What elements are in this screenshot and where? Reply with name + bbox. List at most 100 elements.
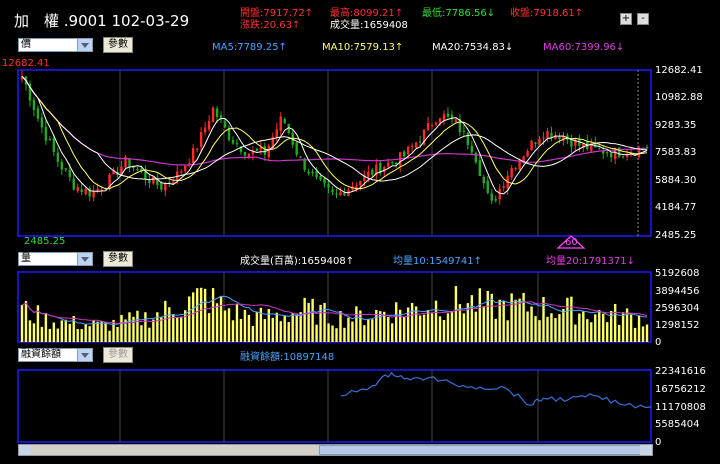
candle-body — [84, 188, 87, 195]
candle-body — [534, 142, 537, 144]
volume-bar — [450, 310, 454, 342]
margin-panel-frame — [17, 369, 652, 443]
volume-bar — [574, 324, 577, 342]
volume-bar — [247, 314, 251, 342]
volume-bar — [534, 316, 537, 342]
volume-bar — [100, 321, 103, 342]
volume-bar — [414, 306, 418, 342]
volume-bar — [434, 300, 438, 342]
volume-bar — [299, 312, 302, 342]
candle-body — [327, 183, 330, 188]
candle-body — [187, 163, 191, 165]
volume-bar — [422, 314, 426, 342]
candle-body — [32, 99, 36, 110]
volume-bar — [191, 292, 195, 342]
volume-bar — [578, 313, 581, 342]
volume-bar — [359, 310, 362, 342]
margin-balance-line — [340, 371, 652, 409]
candle-body — [259, 147, 263, 150]
volume-bar — [72, 315, 75, 342]
candle-body — [255, 148, 259, 152]
scroll-right-arrow[interactable] — [640, 445, 652, 455]
volume-bar — [104, 322, 107, 342]
volume-bar — [617, 324, 621, 342]
candle-body — [446, 113, 450, 117]
candle-body — [430, 125, 434, 127]
candle-body — [191, 148, 195, 164]
volume-bar — [24, 300, 28, 342]
volume-bar — [426, 310, 430, 342]
candle-body — [76, 187, 79, 192]
volume-bar — [315, 324, 318, 342]
candle-body — [263, 146, 267, 155]
volume-bar — [438, 316, 442, 342]
volume-bar — [526, 311, 529, 342]
volume-bar — [446, 313, 450, 342]
volume-bar — [538, 320, 541, 342]
candle-body — [44, 126, 48, 141]
volume-bar — [594, 314, 597, 342]
volume-bar — [327, 323, 330, 342]
volume-bar — [28, 320, 32, 342]
candle-body — [526, 151, 529, 157]
volume-bar — [474, 311, 478, 342]
candle-body — [307, 171, 310, 174]
volume-bar — [418, 315, 422, 342]
candle-body — [546, 131, 549, 138]
volume-bar — [347, 317, 350, 342]
candle-body — [510, 168, 513, 178]
volume-bar — [363, 325, 366, 342]
scroll-left-arrow[interactable] — [19, 445, 31, 455]
volume-bar — [203, 288, 207, 342]
volume-bar — [172, 314, 175, 342]
candle-body — [148, 179, 151, 184]
candle-body — [402, 151, 406, 157]
volume-bar — [235, 303, 239, 342]
candle-body — [231, 139, 235, 144]
volume-bar — [518, 298, 521, 342]
volume-bar — [383, 311, 386, 342]
volume-bar — [80, 329, 83, 342]
candle-body — [243, 151, 247, 156]
volume-bar — [387, 317, 390, 342]
volume-bar — [379, 311, 382, 342]
volume-bar — [391, 323, 394, 342]
candle-body — [538, 139, 541, 145]
volume-bar — [168, 307, 171, 342]
volume-avg20-line — [21, 301, 648, 325]
volume-bar — [402, 316, 406, 342]
volume-bar — [343, 327, 346, 342]
candle-body — [36, 108, 40, 119]
candle-body — [195, 148, 199, 151]
volume-bar — [164, 300, 167, 342]
volume-bar — [470, 295, 474, 342]
scrollbar-thumb[interactable] — [319, 445, 649, 455]
volume-bar — [633, 327, 637, 342]
volume-bar — [239, 319, 243, 342]
candle-body — [645, 146, 649, 148]
volume-bar — [275, 312, 278, 342]
volume-bar — [331, 325, 334, 342]
volume-bar — [395, 302, 398, 342]
volume-bar — [629, 314, 633, 342]
volume-bar — [303, 297, 306, 342]
candle-body — [275, 129, 278, 138]
horizontal-scrollbar[interactable] — [18, 444, 653, 456]
candle-body — [48, 139, 52, 141]
volume-bar — [56, 328, 60, 342]
candle-body — [494, 199, 497, 201]
volume-avg10-line — [21, 295, 648, 325]
candle-body — [283, 118, 286, 124]
volume-bar — [187, 296, 191, 342]
candle-body — [40, 117, 44, 128]
candle-body — [331, 189, 334, 193]
volume-bar — [546, 316, 549, 342]
volume-bar — [478, 288, 482, 342]
volume-bar — [371, 319, 374, 342]
candle-body — [490, 193, 493, 201]
candle-body — [609, 152, 613, 158]
candle-body — [60, 161, 64, 170]
candle-body — [92, 191, 95, 198]
volume-bar — [291, 313, 294, 342]
candle-body — [207, 120, 211, 130]
